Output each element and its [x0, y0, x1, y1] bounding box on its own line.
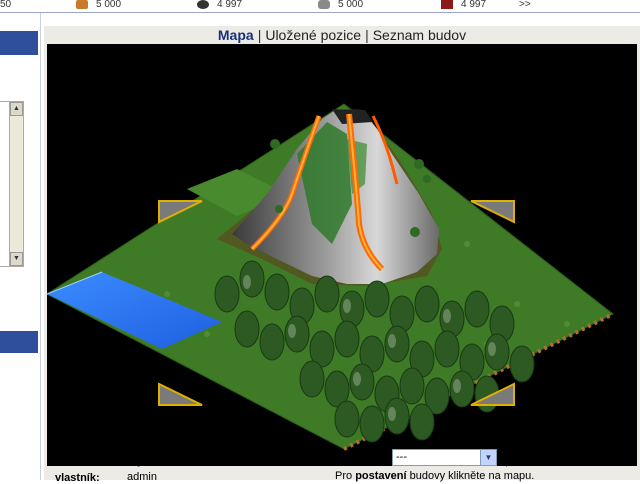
- resource-value: 4 997: [217, 0, 243, 10]
- scrollbar[interactable]: ▲ ▼: [9, 101, 24, 267]
- more-resources-link[interactable]: >>: [519, 0, 531, 11]
- tab-map[interactable]: Mapa: [218, 27, 254, 43]
- resource-wood: 50: [0, 0, 11, 11]
- scroll-down-icon[interactable]: ▼: [10, 252, 23, 266]
- resource-coal: 4 997: [197, 0, 242, 11]
- demolish-link[interactable]: Zbourat: [514, 455, 555, 467]
- game-map[interactable]: [47, 44, 637, 466]
- scroll-south-west-icon[interactable]: [158, 382, 203, 406]
- tab-bar: Mapa | Uložené pozice | Seznam budov: [44, 26, 640, 44]
- building-select[interactable]: --- ▼: [392, 449, 497, 466]
- resource-stone: 5 000: [318, 0, 363, 11]
- y-label: y:: [137, 455, 147, 467]
- resource-bar: 50 5 000 4 997 5 000 4 997 >>: [0, 0, 640, 13]
- brick-icon: [441, 0, 453, 9]
- x-value: 76: [89, 454, 102, 466]
- coal-icon: [197, 0, 209, 9]
- tab-separator: |: [257, 27, 262, 43]
- build-hint: Pro postavení budovy klikněte na mapu.: [335, 470, 534, 482]
- owner-label: vlastník:: [55, 472, 100, 484]
- chevron-down-icon[interactable]: ▼: [480, 450, 496, 465]
- hint-prefix: Pro: [335, 470, 356, 482]
- map-frame: Mapa | Uložené pozice | Seznam budov x: …: [44, 26, 640, 484]
- scroll-up-icon[interactable]: ▲: [10, 102, 23, 116]
- tile-info-panel: x: 76 y: 131 vlastník: admin Postavit --…: [44, 446, 640, 484]
- resource-brick: 4 997: [441, 0, 486, 11]
- owner-value: admin: [127, 471, 157, 483]
- building-select-value: ---: [396, 451, 407, 463]
- resource-value: 5 000: [338, 0, 364, 10]
- tab-saved-positions[interactable]: Uložené pozice: [265, 27, 361, 43]
- y-value: 131: [169, 454, 188, 466]
- action-separator: |: [505, 455, 508, 467]
- hint-bold: postavení: [355, 470, 407, 482]
- tab-building-list[interactable]: Seznam budov: [373, 27, 466, 43]
- build-link[interactable]: Postavit: [335, 455, 378, 467]
- resource-value: 5 000: [96, 0, 122, 10]
- panel-header: [0, 31, 38, 55]
- x-label: x:: [55, 455, 65, 467]
- tab-separator: |: [365, 27, 369, 43]
- resource-gold: 5 000: [76, 0, 121, 11]
- left-panel: ▲ ▼: [0, 13, 41, 480]
- gold-icon: [76, 0, 88, 9]
- resource-value: 50: [0, 0, 12, 10]
- resource-value: 4 997: [461, 0, 487, 10]
- panel-header: [0, 331, 38, 353]
- hint-suffix: budovy klikněte na mapu.: [406, 470, 535, 482]
- stone-icon: [318, 0, 330, 9]
